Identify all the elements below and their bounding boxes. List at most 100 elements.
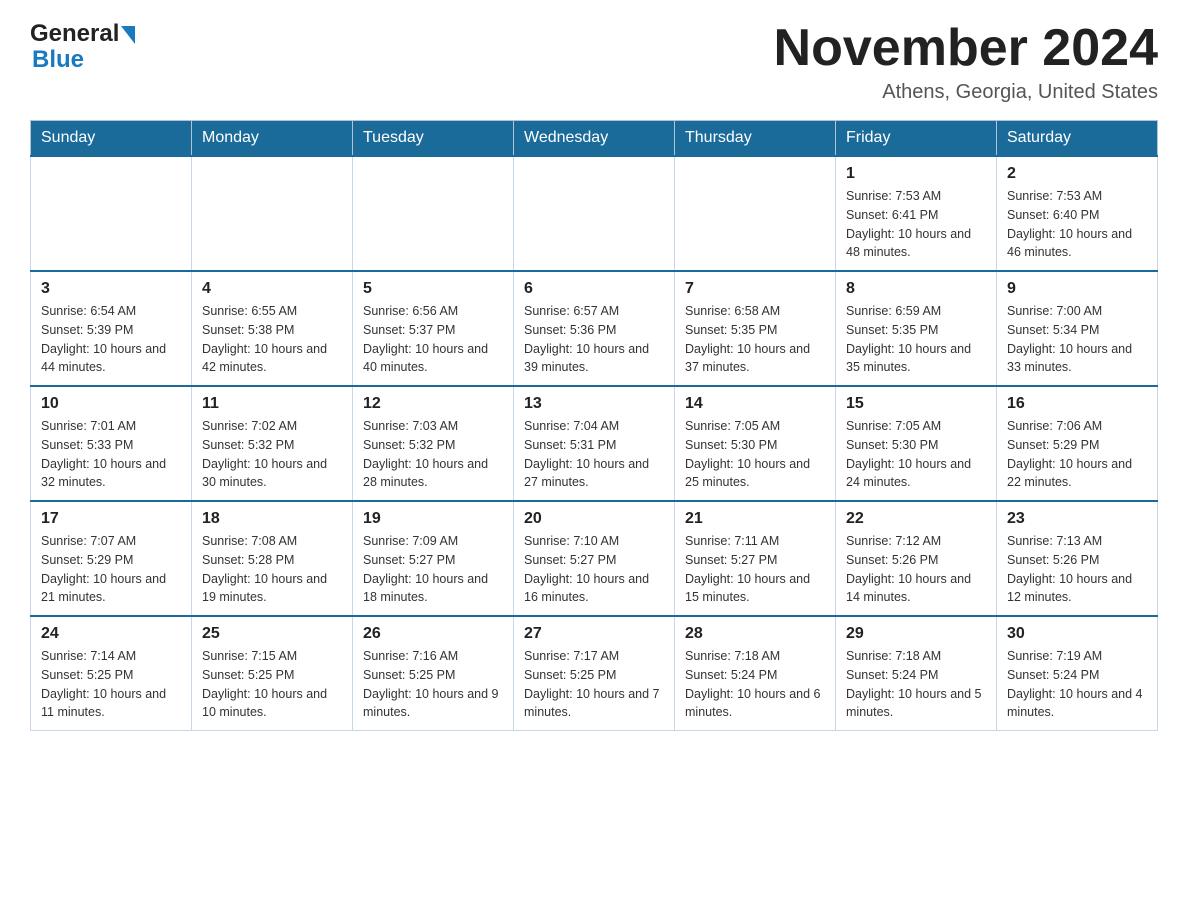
calendar-cell: 12 Sunrise: 7:03 AM Sunset: 5:32 PM Dayli… (353, 386, 514, 501)
day-info: Sunrise: 7:08 AM Sunset: 5:28 PM Dayligh… (202, 532, 342, 607)
calendar-cell: 8 Sunrise: 6:59 AM Sunset: 5:35 PM Daylig… (836, 271, 997, 386)
calendar-cell: 21Sunrise: 7:11 AM Sunset: 5:27 PM Dayli… (675, 501, 836, 616)
calendar-week-row: 1 Sunrise: 7:53 AM Sunset: 6:41 PM Daylig… (31, 156, 1158, 271)
day-number: 28 (685, 625, 825, 643)
day-info: Sunrise: 7:04 AM Sunset: 5:31 PM Dayligh… (524, 417, 664, 492)
day-info: Sunrise: 7:09 AM Sunset: 5:27 PM Dayligh… (363, 532, 503, 607)
day-number: 24 (41, 625, 181, 643)
calendar-week-row: 3 Sunrise: 6:54 AM Sunset: 5:39 PM Daylig… (31, 271, 1158, 386)
day-number: 18 (202, 510, 342, 528)
calendar-cell: 4Sunrise: 6:55 AM Sunset: 5:38 PM Daylig… (192, 271, 353, 386)
day-info: Sunrise: 7:17 AM Sunset: 5:25 PM Dayligh… (524, 647, 664, 722)
day-info: Sunrise: 6:55 AM Sunset: 5:38 PM Dayligh… (202, 302, 342, 377)
calendar-cell (31, 156, 192, 271)
calendar-cell (192, 156, 353, 271)
calendar-cell: 20Sunrise: 7:10 AM Sunset: 5:27 PM Dayli… (514, 501, 675, 616)
day-info: Sunrise: 7:13 AM Sunset: 5:26 PM Dayligh… (1007, 532, 1147, 607)
day-info: Sunrise: 7:01 AM Sunset: 5:33 PM Dayligh… (41, 417, 181, 492)
calendar-header-thursday: Thursday (675, 121, 836, 157)
day-info: Sunrise: 7:16 AM Sunset: 5:25 PM Dayligh… (363, 647, 503, 722)
calendar-cell: 11 Sunrise: 7:02 AM Sunset: 5:32 PM Dayli… (192, 386, 353, 501)
calendar-cell: 15 Sunrise: 7:05 AM Sunset: 5:30 PM Dayli… (836, 386, 997, 501)
day-number: 5 (363, 280, 503, 298)
location-title: Athens, Georgia, United States (774, 81, 1158, 104)
calendar-cell: 29 Sunrise: 7:18 AM Sunset: 5:24 PM Dayli… (836, 616, 997, 731)
title-area: November 2024 Athens, Georgia, United St… (774, 20, 1158, 104)
calendar-cell (514, 156, 675, 271)
calendar-header-friday: Friday (836, 121, 997, 157)
calendar-cell: 25Sunrise: 7:15 AM Sunset: 5:25 PM Dayli… (192, 616, 353, 731)
day-number: 26 (363, 625, 503, 643)
day-number: 14 (685, 395, 825, 413)
calendar-cell: 30Sunrise: 7:19 AM Sunset: 5:24 PM Dayli… (997, 616, 1158, 731)
day-number: 21 (685, 510, 825, 528)
calendar-cell: 3 Sunrise: 6:54 AM Sunset: 5:39 PM Daylig… (31, 271, 192, 386)
day-number: 1 (846, 165, 986, 183)
day-info: Sunrise: 7:18 AM Sunset: 5:24 PM Dayligh… (846, 647, 986, 722)
day-number: 8 (846, 280, 986, 298)
day-number: 23 (1007, 510, 1147, 528)
calendar-cell: 27 Sunrise: 7:17 AM Sunset: 5:25 PM Dayli… (514, 616, 675, 731)
calendar-cell: 2 Sunrise: 7:53 AM Sunset: 6:40 PM Daylig… (997, 156, 1158, 271)
calendar-cell (675, 156, 836, 271)
calendar-week-row: 10 Sunrise: 7:01 AM Sunset: 5:33 PM Dayli… (31, 386, 1158, 501)
calendar-cell: 22 Sunrise: 7:12 AM Sunset: 5:26 PM Dayli… (836, 501, 997, 616)
calendar-header-saturday: Saturday (997, 121, 1158, 157)
day-info: Sunrise: 7:00 AM Sunset: 5:34 PM Dayligh… (1007, 302, 1147, 377)
day-number: 16 (1007, 395, 1147, 413)
day-number: 3 (41, 280, 181, 298)
calendar-cell: 6Sunrise: 6:57 AM Sunset: 5:36 PM Daylig… (514, 271, 675, 386)
day-number: 25 (202, 625, 342, 643)
logo-arrow-icon (121, 26, 135, 44)
calendar-cell: 13 Sunrise: 7:04 AM Sunset: 5:31 PM Dayli… (514, 386, 675, 501)
day-info: Sunrise: 7:53 AM Sunset: 6:41 PM Dayligh… (846, 187, 986, 262)
day-number: 19 (363, 510, 503, 528)
calendar-cell: 16Sunrise: 7:06 AM Sunset: 5:29 PM Dayli… (997, 386, 1158, 501)
day-number: 15 (846, 395, 986, 413)
day-info: Sunrise: 6:59 AM Sunset: 5:35 PM Dayligh… (846, 302, 986, 377)
day-info: Sunrise: 6:56 AM Sunset: 5:37 PM Dayligh… (363, 302, 503, 377)
day-info: Sunrise: 7:14 AM Sunset: 5:25 PM Dayligh… (41, 647, 181, 722)
calendar-cell: 23 Sunrise: 7:13 AM Sunset: 5:26 PM Dayli… (997, 501, 1158, 616)
calendar-header-wednesday: Wednesday (514, 121, 675, 157)
calendar-cell: 1 Sunrise: 7:53 AM Sunset: 6:41 PM Daylig… (836, 156, 997, 271)
calendar-cell: 7Sunrise: 6:58 AM Sunset: 5:35 PM Daylig… (675, 271, 836, 386)
logo-blue-text: Blue (32, 46, 135, 74)
day-number: 12 (363, 395, 503, 413)
day-number: 17 (41, 510, 181, 528)
logo: General Blue (30, 20, 135, 74)
day-info: Sunrise: 7:05 AM Sunset: 5:30 PM Dayligh… (846, 417, 986, 492)
calendar-cell: 9Sunrise: 7:00 AM Sunset: 5:34 PM Daylig… (997, 271, 1158, 386)
day-info: Sunrise: 6:57 AM Sunset: 5:36 PM Dayligh… (524, 302, 664, 377)
day-info: Sunrise: 7:02 AM Sunset: 5:32 PM Dayligh… (202, 417, 342, 492)
day-number: 11 (202, 395, 342, 413)
day-info: Sunrise: 7:03 AM Sunset: 5:32 PM Dayligh… (363, 417, 503, 492)
day-number: 7 (685, 280, 825, 298)
calendar-cell: 24 Sunrise: 7:14 AM Sunset: 5:25 PM Dayli… (31, 616, 192, 731)
day-number: 27 (524, 625, 664, 643)
calendar-cell: 14 Sunrise: 7:05 AM Sunset: 5:30 PM Dayli… (675, 386, 836, 501)
calendar-week-row: 24 Sunrise: 7:14 AM Sunset: 5:25 PM Dayli… (31, 616, 1158, 731)
day-number: 20 (524, 510, 664, 528)
day-number: 30 (1007, 625, 1147, 643)
calendar-cell (353, 156, 514, 271)
day-info: Sunrise: 7:53 AM Sunset: 6:40 PM Dayligh… (1007, 187, 1147, 262)
calendar-cell: 28 Sunrise: 7:18 AM Sunset: 5:24 PM Dayli… (675, 616, 836, 731)
calendar-header-monday: Monday (192, 121, 353, 157)
day-info: Sunrise: 7:12 AM Sunset: 5:26 PM Dayligh… (846, 532, 986, 607)
calendar-table: SundayMondayTuesdayWednesdayThursdayFrid… (30, 120, 1158, 731)
day-info: Sunrise: 7:18 AM Sunset: 5:24 PM Dayligh… (685, 647, 825, 722)
calendar-cell: 18 Sunrise: 7:08 AM Sunset: 5:28 PM Dayli… (192, 501, 353, 616)
calendar-cell: 10 Sunrise: 7:01 AM Sunset: 5:33 PM Dayli… (31, 386, 192, 501)
day-number: 13 (524, 395, 664, 413)
calendar-header-tuesday: Tuesday (353, 121, 514, 157)
day-number: 2 (1007, 165, 1147, 183)
day-number: 22 (846, 510, 986, 528)
header: General Blue November 2024 Athens, Georg… (30, 20, 1158, 104)
calendar-header-sunday: Sunday (31, 121, 192, 157)
day-info: Sunrise: 7:05 AM Sunset: 5:30 PM Dayligh… (685, 417, 825, 492)
day-number: 29 (846, 625, 986, 643)
day-info: Sunrise: 6:54 AM Sunset: 5:39 PM Dayligh… (41, 302, 181, 377)
calendar-cell: 5 Sunrise: 6:56 AM Sunset: 5:37 PM Daylig… (353, 271, 514, 386)
day-number: 10 (41, 395, 181, 413)
